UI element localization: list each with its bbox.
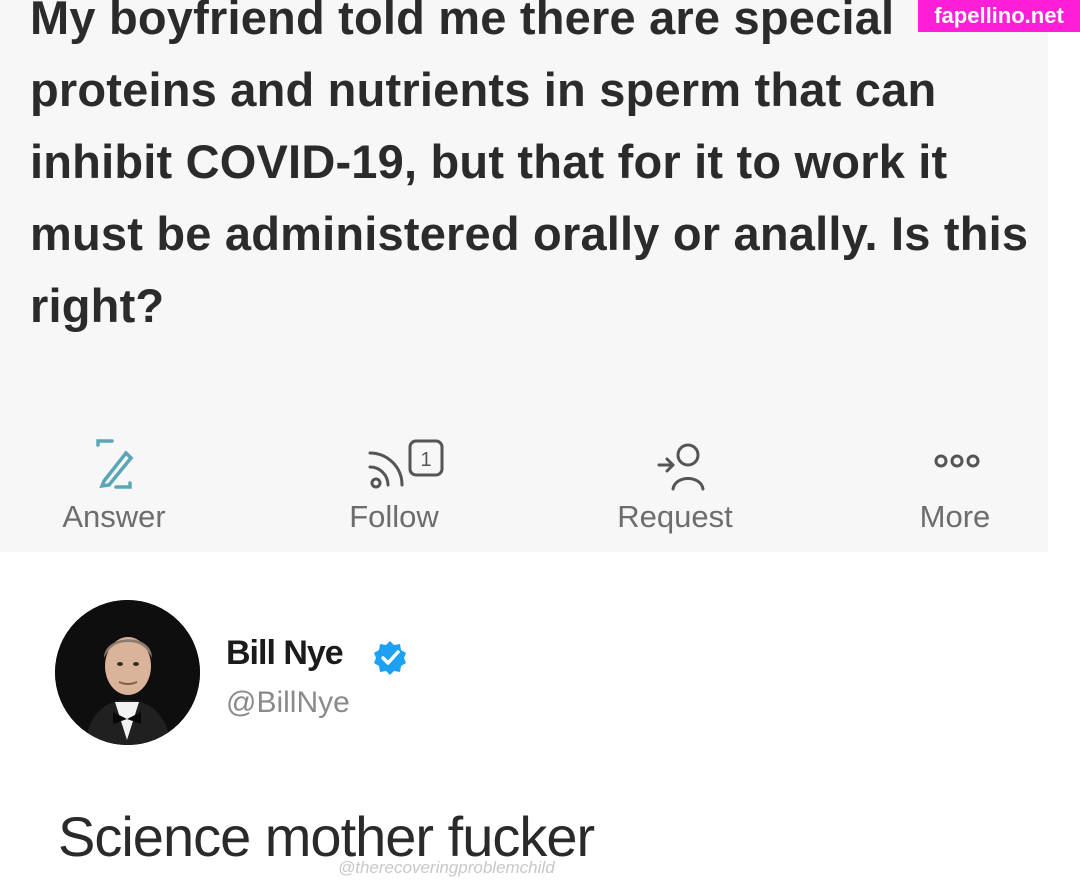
follow-button[interactable]: 1 Follow [294, 425, 494, 540]
edit-icon [96, 439, 134, 489]
site-watermark: fapellino.net [918, 0, 1080, 32]
avatar-portrait-image [55, 600, 200, 745]
action-bar: Answer 1 Follow Request More [0, 425, 1048, 540]
follow-feed-icon: 1 [368, 439, 444, 489]
display-name[interactable]: Bill Nye [226, 634, 344, 673]
answer-label: Answer [62, 499, 166, 534]
credit-watermark: @therecoveringproblemchild [338, 858, 555, 877]
more-button[interactable]: More [855, 425, 1055, 540]
avatar[interactable] [55, 600, 200, 745]
verified-badge-icon [374, 641, 406, 675]
more-icon [934, 454, 980, 468]
follow-count: 1 [420, 449, 431, 471]
request-user-icon [657, 443, 705, 491]
question-text: My boyfriend told me there are special p… [30, 0, 1029, 332]
user-handle[interactable]: @BillNye [226, 686, 350, 720]
request-label: Request [617, 499, 733, 534]
more-label: More [919, 499, 991, 534]
request-button[interactable]: Request [575, 425, 775, 540]
question-card: My boyfriend told me there are special p… [0, 0, 1048, 552]
tweet-card: Bill Nye @BillNye Science mother fucker … [0, 552, 1080, 885]
answer-button[interactable]: Answer [14, 425, 214, 540]
follow-label: Follow [349, 499, 439, 534]
